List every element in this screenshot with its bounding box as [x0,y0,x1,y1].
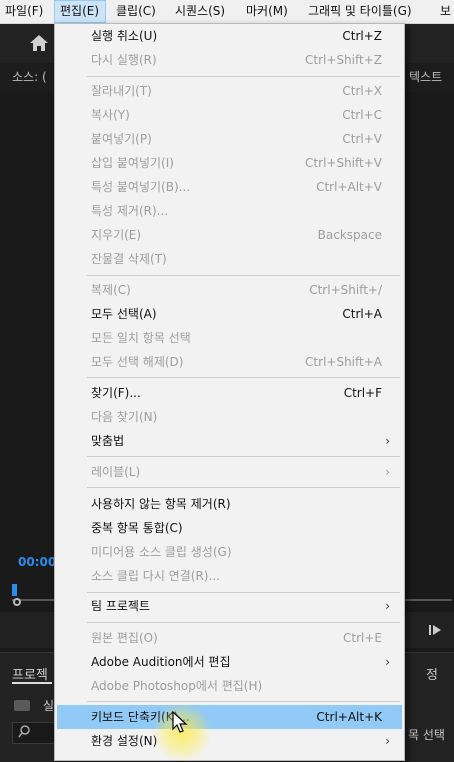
menu-marker[interactable]: 마커(M) [241,0,293,23]
folder-icon[interactable] [14,700,30,711]
panel-tab-partial[interactable]: 정 [426,664,438,683]
menu-item-edit-original[interactable]: 원본 편집(O) Ctrl+E [55,626,404,650]
menu-item-preferences[interactable]: 환경 설정(N) › [55,729,404,753]
menu-clip[interactable]: 클립(C) [111,0,161,23]
menu-item-generate-source-clip[interactable]: 미디어용 소스 클립 생성(G) [55,540,404,564]
chevron-right-icon: › [385,734,390,748]
menu-item-relink-source-clip[interactable]: 소스 클립 다시 연결(R)... [55,564,404,588]
menu-item-ripple-delete[interactable]: 잔물결 삭제(T) [55,247,404,271]
menu-edit[interactable]: 편집(E) [54,0,106,23]
menu-item-edit-in-audition[interactable]: Adobe Audition에서 편집 › [55,650,404,674]
mouse-pointer-icon [172,711,188,733]
menu-item-undo[interactable]: 실행 취소(U) Ctrl+Z [55,24,404,48]
menu-item-clear[interactable]: 지우기(E) Backspace [55,223,404,247]
edit-menu-dropdown: 실행 취소(U) Ctrl+Z 다시 실행(R) Ctrl+Shift+Z 잘라… [54,23,405,761]
menu-separator [87,76,400,77]
menu-separator [87,701,400,702]
menu-item-redo[interactable]: 다시 실행(R) Ctrl+Shift+Z [55,48,404,72]
chevron-right-icon: › [385,599,390,613]
active-tab-indicator [12,682,52,684]
zoom-handle[interactable] [13,598,21,606]
project-subtitle: 실 [43,699,55,713]
menu-item-remove-unused[interactable]: 사용하지 않는 항목 제거(R) [55,492,404,516]
menu-item-edit-in-photoshop[interactable]: Adobe Photoshop에서 편집(H) [55,674,404,698]
menu-item-label[interactable]: 레이블(L) › [55,460,404,484]
menu-item-consolidate-duplicates[interactable]: 중복 항목 통합(C) [55,516,404,540]
menu-item-paste-attributes[interactable]: 특성 붙여넣기(B)... Ctrl+Alt+V [55,175,404,199]
menu-item-paste[interactable]: 붙여넣기(P) Ctrl+V [55,127,404,151]
menu-item-team-project[interactable]: 팀 프로젝트 › [55,594,404,618]
timecode-display[interactable]: 00:00 [18,555,56,569]
chevron-right-icon: › [385,434,390,448]
menu-item-paste-insert[interactable]: 삽입 붙여넣기(I) Ctrl+Shift+V [55,151,404,175]
source-monitor-tab[interactable]: 소스: ( [12,68,47,85]
menu-item-remove-attributes[interactable]: 특성 제거(R)... [55,199,404,223]
menu-file[interactable]: 파일(F) [0,0,48,23]
menu-separator [87,456,400,457]
menu-graphics-titles[interactable]: 그래픽 및 타이틀(G) [303,0,417,23]
menu-separator [87,487,400,488]
chevron-right-icon: › [385,655,390,669]
chevron-right-icon: › [385,465,390,479]
playhead-marker[interactable] [12,584,17,596]
menu-item-copy[interactable]: 복사(Y) Ctrl+C [55,103,404,127]
menu-item-select-all-matching[interactable]: 모든 일치 항목 선택 [55,326,404,350]
menu-item-find-next[interactable]: 다음 찾기(N) [55,405,404,429]
menu-view-partial[interactable]: 보 [435,0,454,23]
menu-item-deselect-all[interactable]: 모두 선택 해제(D) Ctrl+Shift+A [55,350,404,374]
menu-item-find[interactable]: 찾기(F)... Ctrl+F [55,381,404,405]
menu-bar: 파일(F) 편집(E) 클립(C) 시퀀스(S) 마커(M) 그래픽 및 타이틀… [0,0,454,24]
menu-separator [87,622,400,623]
menu-sequence[interactable]: 시퀀스(S) [170,0,230,23]
menu-item-duplicate[interactable]: 복제(C) Ctrl+Shift+/ [55,278,404,302]
menu-item-cut[interactable]: 잘라내기(T) Ctrl+X [55,79,404,103]
menu-separator [87,377,400,378]
menu-item-keyboard-shortcuts[interactable]: 키보드 단축키(K)... Ctrl+Alt+K [57,705,402,729]
item-select-label[interactable]: 목 선택 [408,726,445,743]
home-icon[interactable] [28,33,50,53]
text-panel-tab[interactable]: 텍스트 [409,68,442,85]
menu-item-spelling[interactable]: 맞춤법 › [55,429,404,453]
menu-separator [87,275,400,276]
menu-separator [87,592,400,593]
search-icon [18,725,30,738]
step-forward-icon[interactable] [429,624,443,636]
project-panel-tab[interactable]: 프로젝 [12,664,48,683]
menu-item-select-all[interactable]: 모두 선택(A) Ctrl+A [55,302,404,326]
